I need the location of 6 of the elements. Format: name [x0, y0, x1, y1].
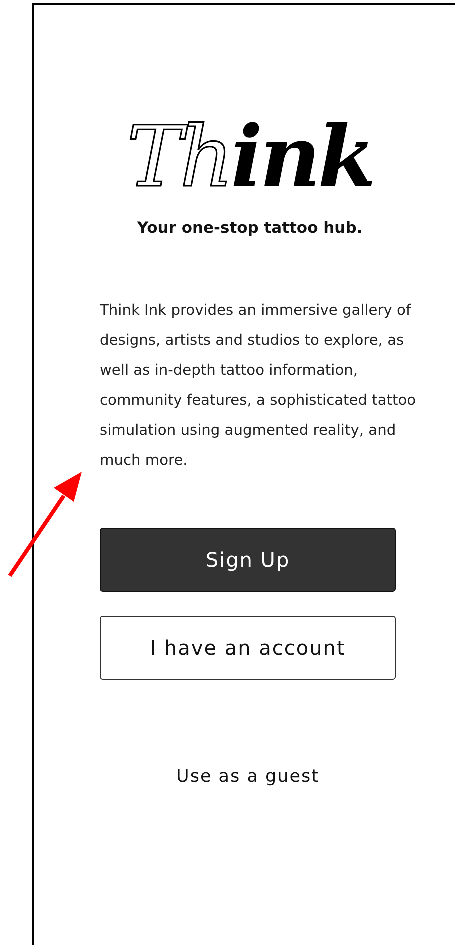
sign-up-button[interactable]: Sign Up: [100, 528, 396, 592]
logo: Think: [126, 115, 374, 199]
tagline: Your one-stop tattoo hub.: [136, 218, 364, 239]
guest-link[interactable]: Use as a guest: [168, 760, 328, 794]
description-paragraph: Think Ink provides an immersive gallery of designs, artists and studios to explore, as well as in-depth tattoo information, community features, a sophisticated tattoo simulation using augmented reality, and much more.: [100, 301, 418, 472]
account-button[interactable]: I have an account: [100, 616, 396, 680]
